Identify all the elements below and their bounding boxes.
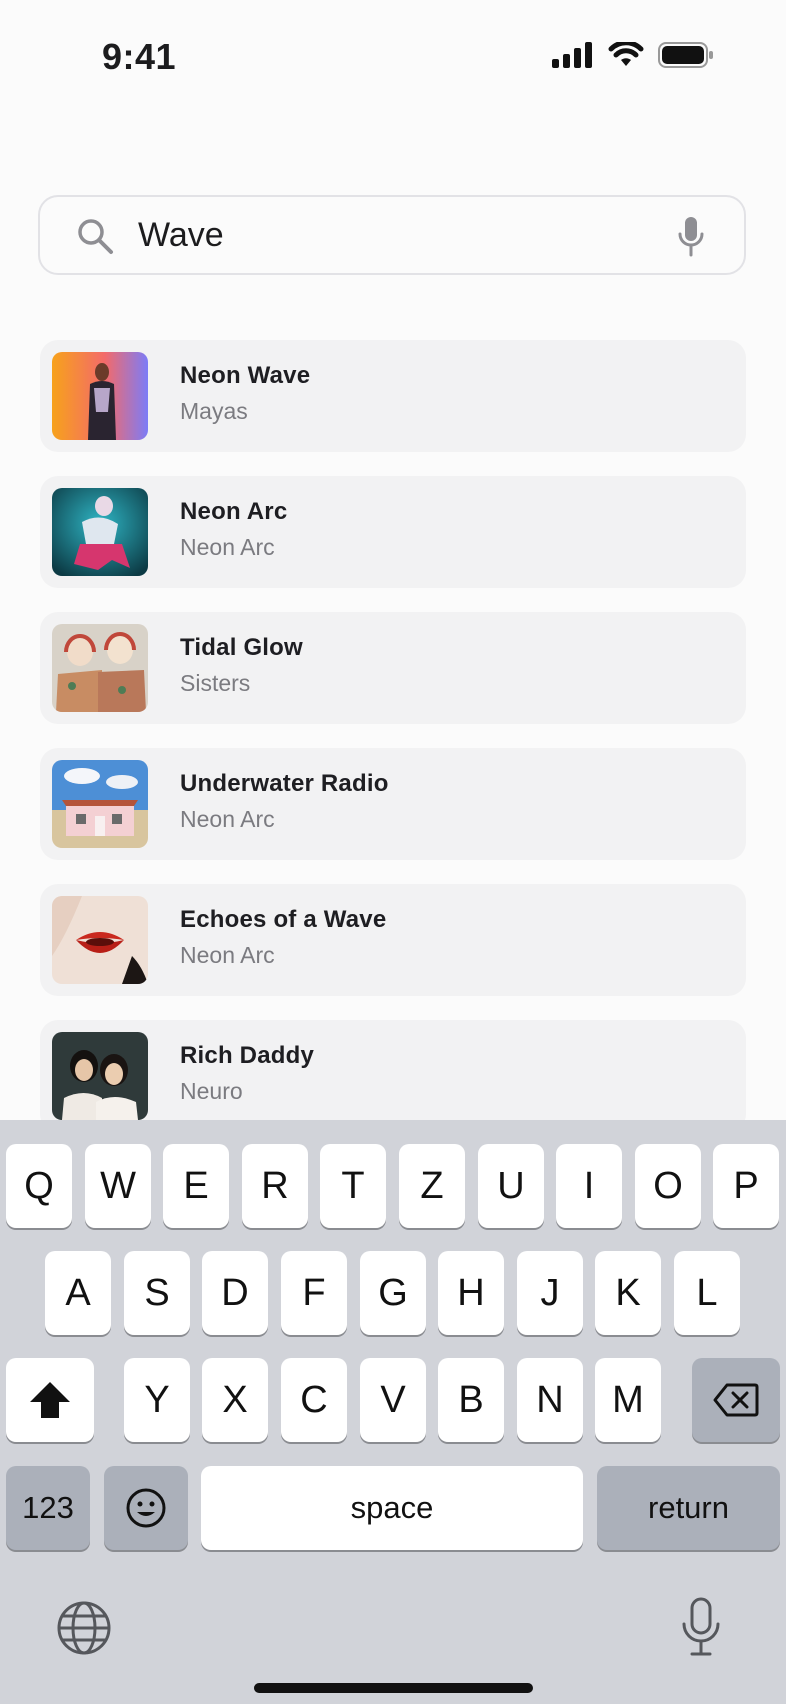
search-bar[interactable]: [38, 195, 746, 275]
key-q[interactable]: Q: [6, 1144, 72, 1228]
album-art: [52, 624, 148, 712]
song-title: Echoes of a Wave: [180, 906, 387, 933]
key-r[interactable]: R: [242, 1144, 308, 1228]
key-h[interactable]: H: [438, 1251, 504, 1335]
key-c[interactable]: C: [281, 1358, 347, 1442]
key-k[interactable]: K: [595, 1251, 661, 1335]
album-art: [52, 1032, 148, 1120]
album-art: [52, 488, 148, 576]
song-artist: Neuro: [180, 1078, 243, 1104]
key-a[interactable]: A: [45, 1251, 111, 1335]
delete-key[interactable]: [692, 1358, 780, 1442]
list-item[interactable]: Neon Arc Neon Arc: [40, 476, 746, 588]
return-key[interactable]: return: [597, 1466, 780, 1550]
emoji-key[interactable]: [104, 1466, 188, 1550]
list-item[interactable]: Neon Wave Mayas: [40, 340, 746, 452]
song-artist: Neon Arc: [180, 806, 275, 832]
key-f[interactable]: F: [281, 1251, 347, 1335]
search-input[interactable]: [138, 211, 658, 259]
key-n[interactable]: N: [517, 1358, 583, 1442]
status-icons: [552, 42, 714, 68]
song-title: Tidal Glow: [180, 634, 303, 661]
key-u[interactable]: U: [478, 1144, 544, 1228]
shift-icon: [30, 1382, 70, 1418]
microphone-icon[interactable]: [676, 215, 706, 257]
song-artist: Neon Arc: [180, 534, 275, 560]
emoji-icon: [126, 1488, 166, 1528]
numbers-key[interactable]: 123: [6, 1466, 90, 1550]
key-w[interactable]: W: [85, 1144, 151, 1228]
keyboard: Q W E R T Z U I O P A S D F G H J K L Y …: [0, 1120, 786, 1704]
key-x[interactable]: X: [202, 1358, 268, 1442]
key-o[interactable]: O: [635, 1144, 701, 1228]
key-p[interactable]: P: [713, 1144, 779, 1228]
song-artist: Mayas: [180, 398, 248, 424]
list-item[interactable]: Echoes of a Wave Neon Arc: [40, 884, 746, 996]
key-b[interactable]: B: [438, 1358, 504, 1442]
song-title: Neon Arc: [180, 498, 288, 525]
key-m[interactable]: M: [595, 1358, 661, 1442]
globe-icon[interactable]: [56, 1600, 112, 1656]
list-item[interactable]: Underwater Radio Neon Arc: [40, 748, 746, 860]
album-art: [52, 760, 148, 848]
song-title: Neon Wave: [180, 362, 311, 389]
space-key[interactable]: space: [201, 1466, 583, 1550]
key-y[interactable]: Y: [124, 1358, 190, 1442]
key-g[interactable]: G: [360, 1251, 426, 1335]
key-e[interactable]: E: [163, 1144, 229, 1228]
key-l[interactable]: L: [674, 1251, 740, 1335]
key-v[interactable]: V: [360, 1358, 426, 1442]
list-item[interactable]: Rich Daddy Neuro: [40, 1020, 746, 1132]
list-item[interactable]: Tidal Glow Sisters: [40, 612, 746, 724]
dictation-microphone-icon[interactable]: [680, 1596, 722, 1658]
battery-icon: [658, 42, 713, 68]
home-indicator[interactable]: [254, 1683, 533, 1693]
cellular-signal-icon: [552, 42, 592, 68]
key-i[interactable]: I: [556, 1144, 622, 1228]
song-title: Underwater Radio: [180, 770, 389, 797]
key-s[interactable]: S: [124, 1251, 190, 1335]
song-artist: Sisters: [180, 670, 251, 696]
song-title: Rich Daddy: [180, 1042, 315, 1069]
backspace-icon: [713, 1383, 759, 1417]
key-t[interactable]: T: [320, 1144, 386, 1228]
wifi-icon: [608, 42, 644, 66]
song-artist: Neon Arc: [180, 942, 275, 968]
shift-key[interactable]: [6, 1358, 94, 1442]
key-j[interactable]: J: [517, 1251, 583, 1335]
key-d[interactable]: D: [202, 1251, 268, 1335]
album-art: [52, 896, 148, 984]
results-list: Neon Wave Mayas Neon Arc Neon Arc Tidal …: [40, 340, 746, 1156]
search-icon: [78, 219, 113, 254]
key-z[interactable]: Z: [399, 1144, 465, 1228]
album-art: [52, 352, 148, 440]
status-time: 9:41: [102, 36, 177, 77]
